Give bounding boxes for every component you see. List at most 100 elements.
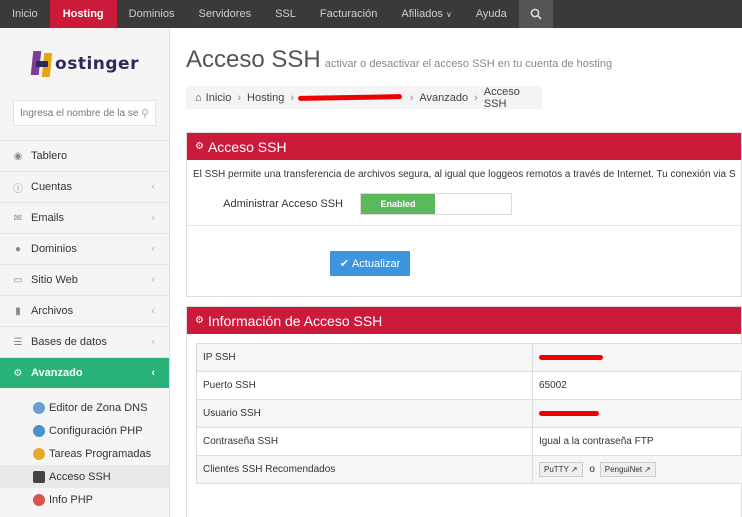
nav-dominios[interactable]: Dominios xyxy=(117,0,187,28)
envelope-icon: ✉ xyxy=(13,212,23,224)
sidebar-item-label: Archivos xyxy=(31,305,74,317)
nav-servidores[interactable]: Servidores xyxy=(187,0,264,28)
panel-heading: ⚙ Información de Acceso SSH xyxy=(187,307,741,334)
redacted-ip xyxy=(539,355,603,360)
putty-label: PuTTY xyxy=(544,465,569,474)
chevron-left-icon: ‹ xyxy=(151,181,155,193)
ssh-description: El SSH permite una transferencia de arch… xyxy=(193,169,736,180)
nav-afiliados[interactable]: Afiliados ∨ xyxy=(389,0,463,28)
monitor-icon: ▭ xyxy=(13,274,23,286)
nav-ayuda[interactable]: Ayuda xyxy=(464,0,519,28)
search-icon[interactable]: ⚲ xyxy=(141,107,149,120)
sidebar-item-archivos[interactable]: ▮ Archivos ‹ xyxy=(0,295,169,326)
update-button[interactable]: ✔ Actualizar xyxy=(330,251,410,276)
sidebar-item-cuentas[interactable]: ⓘ Cuentas ‹ xyxy=(0,171,169,202)
row-value: PuTTY ↗ o PenguiNet ↗ xyxy=(532,455,742,484)
breadcrumb-acceso-ssh: Acceso SSH xyxy=(483,85,520,110)
breadcrumb-separator: › xyxy=(237,91,242,104)
row-key: Contraseña SSH xyxy=(196,427,533,456)
row-key: IP SSH xyxy=(196,343,533,372)
panel-heading: ⚙ Acceso SSH xyxy=(187,133,741,160)
info-icon: ⓘ xyxy=(13,183,23,195)
sidebar-search-input[interactable] xyxy=(20,107,140,119)
sidebar-item-dominios[interactable]: ● Dominios ‹ xyxy=(0,233,169,264)
breadcrumb-separator: › xyxy=(474,91,478,104)
sidebar-subitem-php-info[interactable]: Info PHP xyxy=(0,488,169,511)
globe-icon: ● xyxy=(14,243,22,255)
row-value: Igual a la contraseña FTP xyxy=(532,427,742,456)
sidebar-item-emails[interactable]: ✉ Emails ‹ xyxy=(0,202,169,233)
penguinet-label: PenguiNet xyxy=(604,465,643,474)
gears-icon: ⚙ xyxy=(13,367,23,379)
logo-text: ostinger xyxy=(55,54,139,74)
ssh-toggle-row: Administrar Acceso SSH Enabled xyxy=(187,193,741,215)
chevron-left-icon: ‹ xyxy=(151,367,155,379)
breadcrumb-separator: › xyxy=(290,91,294,104)
row-value xyxy=(532,343,742,372)
ssh-info-table: IP SSH Puerto SSH 65002 Usuario SSH Cont… xyxy=(196,343,742,484)
chevron-left-icon: ‹ xyxy=(151,305,155,317)
dashboard-icon: ◉ xyxy=(13,150,23,162)
sidebar-item-label: Sitio Web xyxy=(31,274,78,286)
ssh-toggle[interactable]: Enabled xyxy=(360,193,512,215)
penguinet-link[interactable]: PenguiNet ↗ xyxy=(599,462,656,477)
php-info-icon xyxy=(33,493,45,506)
sidebar-item-label: Dominios xyxy=(31,243,77,255)
sidebar-subitem-dns[interactable]: Editor de Zona DNS xyxy=(0,396,169,419)
sidebar-subitem-php-config[interactable]: Configuración PHP xyxy=(0,419,169,442)
hostinger-logo[interactable]: ostinger xyxy=(0,28,169,100)
breadcrumb-inicio[interactable]: Inicio xyxy=(206,92,232,104)
sidebar-subitem-label: Editor de Zona DNS xyxy=(49,401,148,414)
nav-hosting[interactable]: Hosting xyxy=(49,0,117,28)
panel-title: Información de Acceso SSH xyxy=(207,312,383,329)
home-icon: ⌂ xyxy=(195,91,202,104)
sidebar-item-avanzado[interactable]: ⚙ Avanzado ‹ xyxy=(0,357,169,388)
sidebar-item-sitio-web[interactable]: ▭ Sitio Web ‹ xyxy=(0,264,169,295)
sidebar-subitem-cron[interactable]: Tareas Programadas xyxy=(0,442,169,465)
putty-link[interactable]: PuTTY ↗ xyxy=(539,462,583,477)
sidebar-subitem-label: Acceso SSH xyxy=(49,470,111,483)
table-row: Usuario SSH xyxy=(196,399,742,428)
external-link-icon: ↗ xyxy=(644,465,651,474)
nav-ssl[interactable]: SSL xyxy=(263,0,308,28)
sidebar-subitem-label: Info PHP xyxy=(49,493,94,506)
sidebar-subitem-label: Configuración PHP xyxy=(49,424,143,437)
sidebar-item-label: Cuentas xyxy=(31,181,72,193)
sidebar-item-bases-de-datos[interactable]: ☰ Bases de datos ‹ xyxy=(0,326,169,357)
breadcrumb: ⌂ Inicio › Hosting › › Avanzado › Acceso… xyxy=(186,85,542,110)
chevron-left-icon: ‹ xyxy=(151,336,155,348)
sidebar-menu: ◉ Tablero ⓘ Cuentas ‹ ✉ Emails ‹ ● Dominios ‹ ▭… xyxy=(0,140,169,511)
nav-afiliados-label: Afiliados xyxy=(401,8,443,20)
external-link-icon: ↗ xyxy=(570,465,578,474)
sidebar-item-tablero[interactable]: ◉ Tablero xyxy=(0,140,169,171)
ssh-icon xyxy=(33,470,45,483)
sidebar-item-label: Avanzado xyxy=(31,367,83,379)
table-row: Clientes SSH Recomendados PuTTY ↗ o Pengu… xyxy=(196,455,742,484)
nav-facturacion[interactable]: Facturación xyxy=(308,0,389,28)
sidebar: ostinger ⚲ ◉ Tablero ⓘ Cuentas ‹ ✉ Emails ‹ ●… xyxy=(0,28,170,517)
ssh-info-panel: ⚙ Información de Acceso SSH IP SSH Puert… xyxy=(186,306,742,517)
update-button-label: Actualizar xyxy=(351,257,401,270)
breadcrumb-hosting[interactable]: Hosting xyxy=(247,92,284,104)
ssh-toggle-label: Administrar Acceso SSH xyxy=(223,198,343,210)
table-row: Contraseña SSH Igual a la contraseña FTP xyxy=(196,427,742,456)
nav-inicio[interactable]: Inicio xyxy=(0,0,50,28)
panel-divider xyxy=(187,225,741,226)
page-header: Acceso SSH activar o desactivar el acces… xyxy=(186,46,742,74)
search-icon[interactable] xyxy=(518,0,553,28)
database-icon: ☰ xyxy=(13,336,23,348)
sidebar-item-label: Emails xyxy=(31,212,65,224)
sidebar-subitem-label: Tareas Programadas xyxy=(49,447,152,460)
breadcrumb-avanzado[interactable]: Avanzado xyxy=(419,92,468,104)
table-row: IP SSH xyxy=(196,343,742,372)
breadcrumb-separator: › xyxy=(409,91,414,104)
redacted-domain xyxy=(297,94,402,101)
gears-icon: ⚙ xyxy=(195,141,204,152)
php-config-icon xyxy=(33,424,45,437)
page-title: Acceso SSH xyxy=(186,46,321,73)
sidebar-item-label: Tablero xyxy=(31,150,68,162)
cron-icon xyxy=(33,447,45,460)
sidebar-search: ⚲ xyxy=(13,100,156,126)
sidebar-item-label: Bases de datos xyxy=(31,336,107,348)
sidebar-subitem-ssh[interactable]: Acceso SSH xyxy=(0,465,169,488)
